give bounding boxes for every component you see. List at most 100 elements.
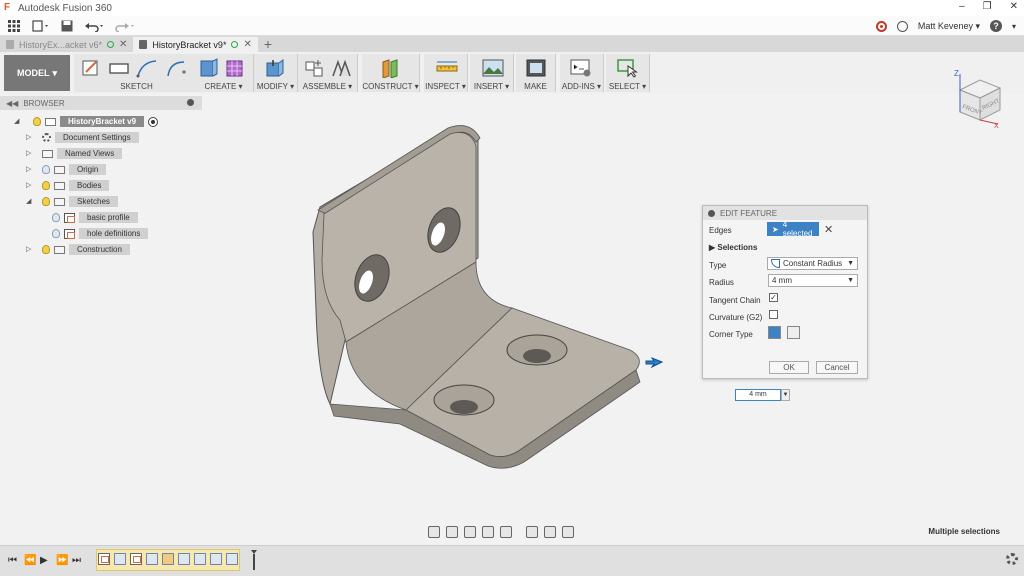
timeline-end-icon[interactable]: ⏭ xyxy=(72,555,81,566)
visibility-bulb-icon[interactable] xyxy=(42,197,50,206)
new-tab-icon[interactable]: + xyxy=(258,37,278,52)
edges-selection-button[interactable]: ➤ 4 selected xyxy=(767,220,819,238)
corner-type-setback-icon[interactable] xyxy=(787,326,800,339)
grid-settings-icon[interactable] xyxy=(544,526,556,538)
collapse-triangle-icon[interactable]: ◢ xyxy=(14,118,21,125)
press-pull-icon[interactable] xyxy=(264,58,286,78)
close-icon[interactable]: ✕ xyxy=(119,39,127,50)
timeline-settings-icon[interactable] xyxy=(1006,553,1018,565)
expand-triangle-icon[interactable]: ▷ xyxy=(26,150,33,157)
tab-history-bracket[interactable]: HistoryBracket v9* ✕ xyxy=(133,37,258,52)
orbit-icon[interactable] xyxy=(428,526,440,538)
model-viewport[interactable] xyxy=(0,94,1024,542)
radius-input[interactable]: 4 mm ▼ xyxy=(768,274,858,287)
toolbar-group-assemble[interactable]: ASSEMBLE ▾ xyxy=(298,54,358,92)
spline-icon[interactable] xyxy=(166,58,188,78)
viewports-icon[interactable] xyxy=(562,526,574,538)
collapse-triangle-icon[interactable]: ◢ xyxy=(26,198,33,205)
toolbar-group-make[interactable]: MAKE xyxy=(516,54,556,92)
timeline-hole-icon[interactable] xyxy=(162,553,174,565)
select-icon[interactable] xyxy=(616,58,638,78)
toolbar-group-modify[interactable]: MODIFY ▾ xyxy=(254,54,298,92)
record-icon[interactable] xyxy=(875,20,887,32)
fillet-manipulator-arrow[interactable] xyxy=(645,356,664,369)
curvature-checkbox[interactable] xyxy=(769,310,778,319)
redo-icon[interactable] xyxy=(110,17,140,35)
collapse-browser-icon[interactable]: ◀◀ xyxy=(6,99,18,108)
tree-item-construction[interactable]: ▷ Construction xyxy=(26,243,130,256)
ok-button[interactable]: OK xyxy=(769,361,809,374)
3d-print-icon[interactable] xyxy=(525,58,547,78)
close-icon[interactable]: ✕ xyxy=(1010,1,1018,12)
toolbar-group-inspect[interactable]: INSPECT ▾ xyxy=(424,54,468,92)
timeline-sketch-icon[interactable] xyxy=(130,553,142,565)
insert-image-icon[interactable] xyxy=(482,58,504,78)
toolbar-group-construct[interactable]: CONSTRUCT ▾ xyxy=(362,54,420,92)
pan-icon[interactable] xyxy=(464,526,476,538)
timeline-play-icon[interactable]: ▶ xyxy=(40,555,48,566)
undo-icon[interactable] xyxy=(80,17,110,35)
rectangle-icon[interactable] xyxy=(108,58,130,78)
timeline-step-back-icon[interactable]: ⏪ xyxy=(24,555,36,566)
scripts-icon[interactable] xyxy=(570,58,592,78)
line-icon[interactable] xyxy=(136,58,158,78)
toolbar-group-create[interactable]: CREATE ▾ xyxy=(194,54,254,92)
create-sketch-icon[interactable] xyxy=(80,58,102,78)
toolbar-group-addins[interactable]: ADD-INS ▾ xyxy=(560,54,604,92)
activate-radio-icon[interactable] xyxy=(148,116,159,127)
visibility-bulb-icon[interactable] xyxy=(52,213,60,222)
visibility-bulb-icon[interactable] xyxy=(52,229,60,238)
corner-type-rolling-ball-icon[interactable] xyxy=(768,326,781,339)
user-menu[interactable]: Matt Keveney ▾ xyxy=(918,21,980,32)
form-icon[interactable] xyxy=(224,58,246,78)
look-at-icon[interactable] xyxy=(446,526,458,538)
toolbar-group-insert[interactable]: INSERT ▾ xyxy=(470,54,514,92)
visibility-bulb-icon[interactable] xyxy=(42,245,50,254)
timeline-step-forward-icon[interactable]: ⏩ xyxy=(56,555,68,566)
help-icon[interactable]: ? xyxy=(989,20,1002,32)
timeline-hole-icon[interactable] xyxy=(178,553,190,565)
tree-root[interactable]: ◢ HistoryBracket v9 xyxy=(14,115,159,128)
help-dropdown-icon[interactable]: ▾ xyxy=(1012,22,1016,31)
dialog-collapse-icon[interactable] xyxy=(708,209,715,217)
measure-icon[interactable] xyxy=(436,58,458,78)
dialog-header[interactable]: EDIT FEATURE xyxy=(703,206,867,220)
joint-icon[interactable] xyxy=(330,58,352,78)
expand-triangle-icon[interactable]: ▷ xyxy=(26,166,33,173)
display-settings-icon[interactable] xyxy=(526,526,538,538)
expand-triangle-icon[interactable]: ▷ xyxy=(26,246,33,253)
tree-item-hole-definitions[interactable]: hole definitions xyxy=(52,227,149,240)
expand-triangle-icon[interactable]: ▷ xyxy=(26,134,33,141)
timeline-start-icon[interactable]: ⏮ xyxy=(8,555,17,566)
restore-icon[interactable]: ❐ xyxy=(983,1,992,12)
toolbar-group-select[interactable]: SELECT ▾ xyxy=(606,54,650,92)
extrude-icon[interactable] xyxy=(198,58,220,78)
visibility-bulb-icon[interactable] xyxy=(42,181,50,190)
fit-icon[interactable] xyxy=(500,526,512,538)
job-status-icon[interactable] xyxy=(896,20,908,32)
tree-item-origin[interactable]: ▷ Origin xyxy=(26,163,107,176)
timeline-fillet-icon[interactable] xyxy=(194,553,206,565)
viewport-radius-input[interactable]: 4 mm xyxy=(735,389,781,401)
close-icon[interactable]: ✕ xyxy=(243,39,251,50)
visibility-bulb-icon[interactable] xyxy=(42,165,50,174)
expand-triangle-icon[interactable]: ▷ xyxy=(26,182,33,189)
offset-plane-icon[interactable] xyxy=(380,58,402,78)
tree-item-document-settings[interactable]: ▷ Document Settings xyxy=(26,131,139,144)
cancel-button[interactable]: Cancel xyxy=(816,361,858,374)
viewport-radius-dropdown-icon[interactable]: ▼ xyxy=(781,389,790,401)
zoom-icon[interactable] xyxy=(482,526,494,538)
timeline-sketch-icon[interactable] xyxy=(98,553,110,565)
timeline-fillet-icon[interactable] xyxy=(210,553,222,565)
timeline-marker-icon[interactable] xyxy=(251,550,257,570)
timeline-extrude-icon[interactable] xyxy=(114,553,126,565)
save-icon[interactable] xyxy=(54,17,80,35)
file-menu-icon[interactable] xyxy=(28,17,54,35)
tree-item-named-views[interactable]: ▷ Named Views xyxy=(26,147,123,160)
selections-section[interactable]: ▶ Selections xyxy=(709,243,757,252)
new-component-icon[interactable] xyxy=(304,58,326,78)
clear-selection-icon[interactable]: ✕ xyxy=(824,223,833,236)
viewcube[interactable]: FRONT RIGHT Z X xyxy=(950,66,1012,130)
browser-header[interactable]: ◀◀ BROWSER xyxy=(0,96,202,110)
tangent-chain-checkbox[interactable]: ✓ xyxy=(769,293,778,302)
